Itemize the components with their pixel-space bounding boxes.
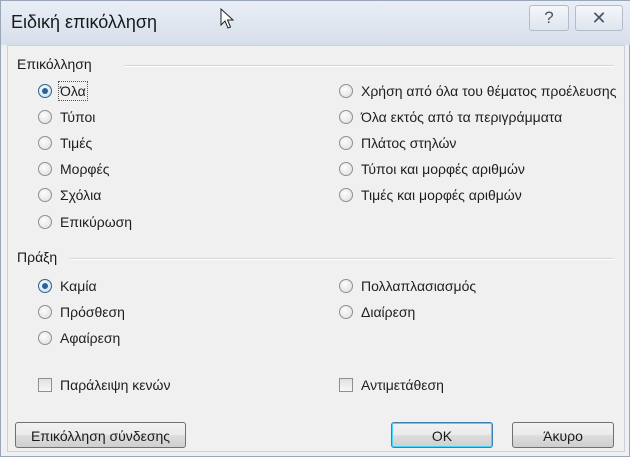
radio-icon <box>38 84 52 98</box>
option-label: Όλα εκτός από τα περιγράμματα <box>361 109 563 125</box>
option-label: Σχόλια <box>60 187 102 203</box>
title-bar[interactable]: Ειδική επικόλληση ? ✕ <box>1 1 630 45</box>
option-label: Πρόσθεση <box>60 304 125 320</box>
option-label: Πολλαπλασιασμός <box>361 278 477 294</box>
radio-icon <box>38 110 52 124</box>
radio-icon <box>38 305 52 319</box>
paste-option-formats[interactable]: Μορφές <box>38 161 109 177</box>
close-icon: ✕ <box>591 8 607 28</box>
radio-icon <box>38 188 52 202</box>
help-icon: ? <box>544 8 554 27</box>
paste-option-values-number-formats[interactable]: Τιμές και μορφές αριθμών <box>339 187 522 203</box>
radio-icon <box>339 188 353 202</box>
paste-group-title: Επικόλληση <box>17 56 98 72</box>
mouse-pointer-icon <box>220 8 234 29</box>
radio-icon <box>339 84 353 98</box>
option-label: Χρήση από όλα του θέματος προέλευσης <box>361 83 617 99</box>
radio-icon <box>339 279 353 293</box>
close-button[interactable]: ✕ <box>575 5 623 31</box>
radio-icon <box>339 162 353 176</box>
radio-icon <box>38 162 52 176</box>
operation-group-title: Πράξη <box>17 249 64 265</box>
checkbox-icon <box>339 378 353 392</box>
operation-option-add[interactable]: Πρόσθεση <box>38 304 125 320</box>
operation-option-none[interactable]: Καμία <box>38 278 97 294</box>
paste-special-dialog: Ειδική επικόλληση ? ✕ Επικόλληση Όλα Τύπ… <box>0 0 630 457</box>
paste-option-values[interactable]: Τιμές <box>38 135 92 151</box>
checkbox-icon <box>38 378 52 392</box>
operation-group-divider <box>70 258 614 260</box>
skip-blanks-checkbox[interactable]: Παράλειψη κενών <box>38 377 170 393</box>
paste-option-all[interactable]: Όλα <box>38 81 88 101</box>
radio-icon <box>339 110 353 124</box>
paste-option-formulas-number-formats[interactable]: Τύποι και μορφές αριθμών <box>339 161 525 177</box>
option-label: Τύποι και μορφές αριθμών <box>361 161 525 177</box>
option-label: Πλάτος στηλών <box>361 135 457 151</box>
option-label: Τιμές <box>60 135 93 151</box>
operation-option-subtract[interactable]: Αφαίρεση <box>38 330 120 346</box>
paste-option-column-widths[interactable]: Πλάτος στηλών <box>339 135 456 151</box>
window-title: Ειδική επικόλληση <box>11 12 158 32</box>
radio-icon <box>38 215 52 229</box>
paste-option-formulas[interactable]: Τύποι <box>38 109 95 125</box>
checkbox-label: Παράλειψη κενών <box>60 377 171 393</box>
paste-link-button[interactable]: Επικόλληση σύνδεσης <box>15 422 186 448</box>
option-label: Αφαίρεση <box>60 330 121 346</box>
paste-option-source-theme[interactable]: Χρήση από όλα του θέματος προέλευσης <box>339 83 616 99</box>
help-button[interactable]: ? <box>529 5 569 31</box>
checkbox-label: Αντιμετάθεση <box>361 377 444 393</box>
cancel-button[interactable]: Άκυρο <box>512 422 614 448</box>
radio-icon <box>38 136 52 150</box>
dialog-body: Επικόλληση Όλα Τύποι Τιμές Μορφές Σχόλια… <box>7 45 625 452</box>
option-label: Τιμές και μορφές αριθμών <box>361 187 522 203</box>
paste-group-divider <box>124 65 614 67</box>
radio-icon <box>339 136 353 150</box>
radio-icon <box>38 331 52 345</box>
option-label: Διαίρεση <box>361 304 416 320</box>
option-label: Καμία <box>60 278 97 294</box>
ok-button[interactable]: OK <box>391 422 493 448</box>
paste-option-validation[interactable]: Επικύρωση <box>38 214 132 230</box>
operation-option-divide[interactable]: Διαίρεση <box>339 304 415 320</box>
radio-icon <box>38 279 52 293</box>
transpose-checkbox[interactable]: Αντιμετάθεση <box>339 377 444 393</box>
option-label: Επικύρωση <box>60 214 133 230</box>
option-label: Όλα <box>58 81 88 101</box>
paste-option-comments[interactable]: Σχόλια <box>38 187 101 203</box>
radio-icon <box>339 305 353 319</box>
paste-option-except-borders[interactable]: Όλα εκτός από τα περιγράμματα <box>339 109 562 125</box>
option-label: Μορφές <box>60 161 110 177</box>
option-label: Τύποι <box>60 109 96 125</box>
operation-option-multiply[interactable]: Πολλαπλασιασμός <box>339 278 476 294</box>
